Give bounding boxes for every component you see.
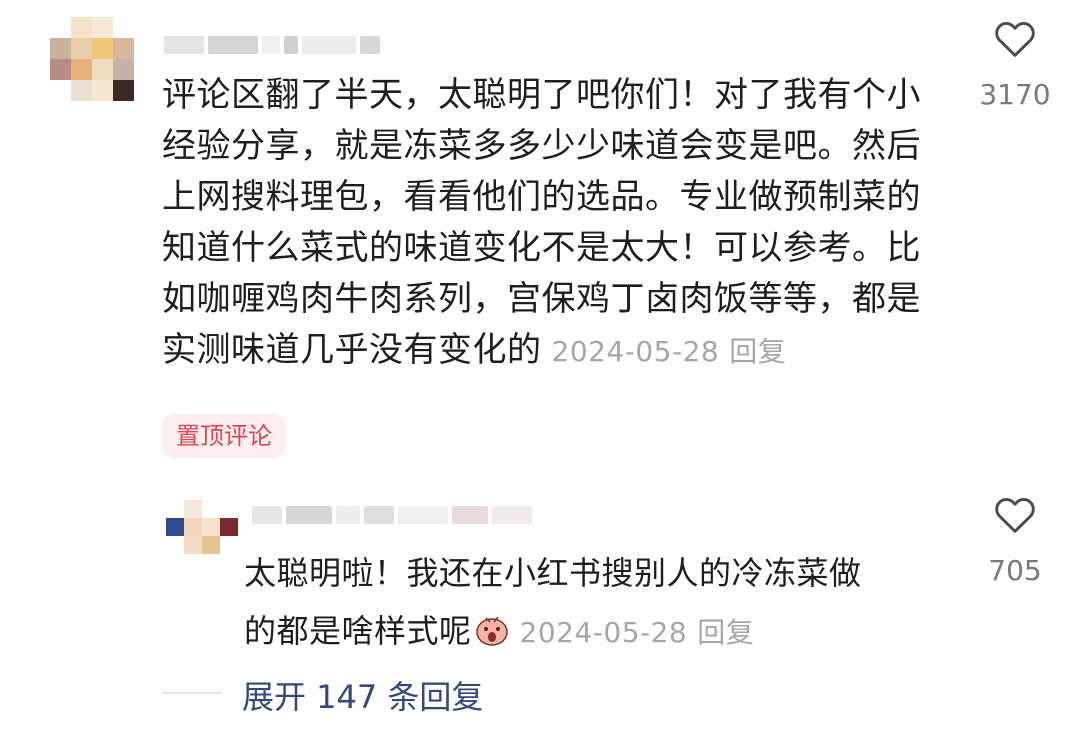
comment-line: 评论区翻了半天，太聪明了吧你们！对了我有个小 xyxy=(162,75,921,115)
comment-line: 上网搜料理包，看看他们的选品。专业做预制菜的 xyxy=(162,177,921,217)
expand-replies-button[interactable]: 展开 147 条回复 xyxy=(242,672,483,718)
commenter-name-blurred[interactable] xyxy=(164,34,380,56)
reply-like-group[interactable]: 705 xyxy=(970,494,1060,587)
comment-body: 评论区翻了半天，太聪明了吧你们！对了我有个小 经验分享，就是冻菜多多少少味道会变… xyxy=(162,70,952,377)
comment-line: 知道什么菜式的味道变化不是太大！可以参考。比 xyxy=(162,228,921,268)
comment-date: 2024-05-28 xyxy=(551,335,720,368)
reply-line: 的都是啥样式呢 xyxy=(244,612,472,650)
expand-divider xyxy=(162,692,222,694)
surprised-face-emoji-icon xyxy=(474,608,510,646)
reply-body: 太聪明啦！我还在小红书搜别人的冷冻菜做 的都是啥样式呢 2024-05-28 回复 xyxy=(244,544,944,662)
reply-reply-button[interactable]: 回复 xyxy=(697,616,754,649)
replier-name-blurred[interactable] xyxy=(252,504,532,526)
comment-reply-button[interactable]: 回复 xyxy=(729,335,786,368)
comment-line: 实测味道几乎没有变化的 xyxy=(162,330,542,370)
reply-line-last: 的都是啥样式呢 2024-05-28 回复 xyxy=(244,602,944,662)
commenter-avatar[interactable] xyxy=(50,17,134,101)
comment-line: 如咖喱鸡肉牛肉系列，宫保鸡丁卤肉饭等等，都是 xyxy=(162,279,921,319)
comment-line-last: 实测味道几乎没有变化的 2024-05-28 回复 xyxy=(162,325,952,377)
comment-line: 经验分享，就是冻菜多多少少味道会变是吧。然后 xyxy=(162,126,921,166)
reply-date: 2024-05-28 xyxy=(519,616,688,649)
replier-avatar[interactable] xyxy=(166,500,238,554)
heart-outline-icon[interactable] xyxy=(970,494,1060,538)
pinned-comment-badge: 置顶评论 xyxy=(162,414,286,458)
comment-like-count: 3170 xyxy=(979,78,1051,111)
comment-like-group[interactable]: 3170 xyxy=(970,18,1060,111)
reply-line: 太聪明啦！我还在小红书搜别人的冷冻菜做 xyxy=(244,554,862,592)
reply-like-count: 705 xyxy=(988,554,1042,587)
heart-outline-icon[interactable] xyxy=(970,18,1060,62)
